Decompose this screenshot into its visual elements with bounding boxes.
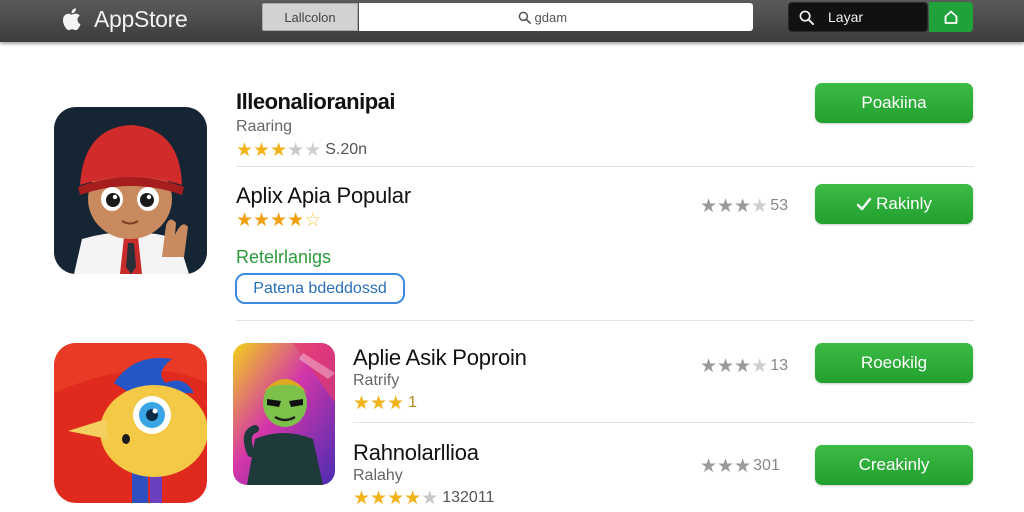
star-icon: ★ — [387, 392, 405, 414]
app-subtitle: Ratrify — [353, 372, 400, 389]
app-action-button[interactable]: Roeokilg — [815, 343, 973, 383]
brand-name: AppStore — [94, 5, 188, 32]
divider — [236, 166, 974, 167]
star-icon: ★ — [387, 487, 405, 509]
right-rating: ★ ★ ★ ★ 53 — [700, 196, 788, 216]
star-icon: ★ — [717, 195, 735, 217]
star-icon: ☆ — [304, 209, 322, 231]
star-rating: ★ ★ ★ ★ ★ S.20n — [236, 140, 367, 160]
home-icon — [944, 10, 958, 24]
status-label: Retelrlanigs — [236, 247, 332, 267]
app-action-button[interactable]: Poakiina — [815, 83, 973, 123]
rating-text: 132011 — [442, 489, 495, 506]
star-icon: ★ — [751, 355, 769, 377]
star-icon: ★ — [734, 355, 752, 377]
app-action-label: Rakinly — [876, 194, 932, 213]
rating-count: 13 — [770, 357, 788, 374]
app-action-button[interactable]: Rakinly — [815, 184, 973, 224]
right-rating: ★ ★ ★ 301 — [700, 456, 780, 476]
star-icon: ★ — [717, 355, 735, 377]
divider — [236, 320, 974, 321]
star-icon: ★ — [353, 392, 371, 414]
app-action-button[interactable]: Creakinly — [815, 445, 973, 485]
star-icon: ★ — [700, 355, 718, 377]
star-icon: ★ — [734, 455, 752, 477]
star-icon: ★ — [370, 392, 388, 414]
layer-button[interactable]: Layar — [788, 2, 928, 32]
location-tab[interactable]: Lallcolon — [262, 3, 358, 31]
right-rating: ★ ★ ★ ★ 13 — [700, 356, 788, 376]
red-hat-character-icon — [54, 107, 207, 274]
star-icon: ★ — [304, 139, 322, 161]
app-title[interactable]: Aplie Asik Poproin — [353, 345, 527, 371]
search-input[interactable] — [534, 9, 595, 25]
rating-text: 1 — [408, 394, 418, 411]
layer-button-label: Layar — [828, 9, 864, 25]
star-icon: ★ — [287, 139, 305, 161]
search-icon — [799, 10, 814, 25]
star-icon: ★ — [717, 455, 735, 477]
star-icon: ★ — [253, 139, 271, 161]
search-box[interactable] — [359, 3, 753, 31]
star-icon: ★ — [236, 139, 254, 161]
app-subtitle: Ralahy — [353, 467, 403, 484]
star-rating: ★ ★ ★ 1 — [353, 393, 417, 413]
rating-text: S.20n — [325, 141, 368, 158]
star-icon: ★ — [734, 195, 752, 217]
outline-button[interactable]: Patena bdeddossd — [235, 273, 405, 304]
green-hero-icon — [233, 343, 335, 485]
star-icon: ★ — [751, 195, 769, 217]
star-icon: ★ — [236, 209, 254, 231]
star-icon: ★ — [370, 487, 388, 509]
app-title[interactable]: Illeonalioranipai — [236, 89, 395, 115]
rating-count: 53 — [770, 197, 788, 214]
search-icon — [518, 11, 531, 24]
star-rating: ★ ★ ★ ★ ☆ — [236, 210, 321, 230]
star-icon: ★ — [421, 487, 439, 509]
home-button[interactable] — [929, 2, 973, 32]
star-icon: ★ — [287, 209, 305, 231]
app-icon-red-hat-character[interactable] — [54, 107, 207, 274]
rating-count: 301 — [753, 457, 780, 474]
divider — [353, 422, 974, 423]
app-title[interactable]: Rahnolarllioa — [353, 440, 479, 466]
app-subtitle: Raaring — [236, 118, 293, 135]
blue-bird-icon — [54, 343, 207, 503]
top-bar: AppStore Lallcolon Layar — [0, 0, 1024, 42]
star-icon: ★ — [270, 209, 288, 231]
star-rating: ★ ★ ★ ★ ★ 132011 — [353, 488, 494, 508]
star-icon: ★ — [353, 487, 371, 509]
star-icon: ★ — [700, 195, 718, 217]
checkmark-icon — [856, 197, 872, 211]
star-icon: ★ — [404, 487, 422, 509]
apple-icon — [62, 8, 81, 31]
star-icon: ★ — [700, 455, 718, 477]
app-title[interactable]: Aplix Apia Popular — [236, 183, 411, 209]
star-icon: ★ — [270, 139, 288, 161]
brand[interactable]: AppStore — [62, 4, 188, 34]
star-icon: ★ — [253, 209, 271, 231]
app-icon-blue-bird[interactable] — [54, 343, 207, 503]
app-icon-green-hero[interactable] — [233, 343, 335, 485]
